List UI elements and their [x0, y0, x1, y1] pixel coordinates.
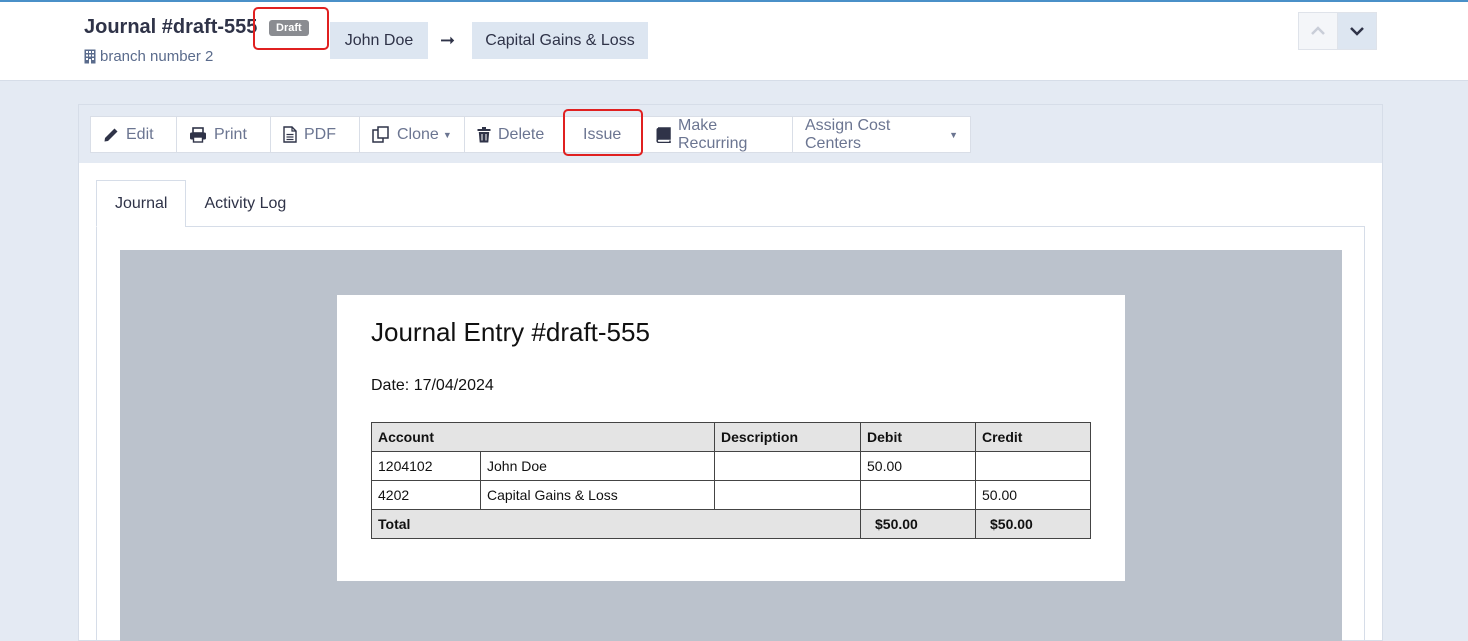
chevron-down-icon: [1350, 27, 1364, 36]
column-description: Description: [714, 422, 861, 452]
print-button[interactable]: Print: [176, 116, 271, 153]
credit-cell: [975, 451, 1091, 481]
chevron-up-icon: [1311, 26, 1325, 35]
total-credit: $50.00: [975, 509, 1091, 539]
column-debit: Debit: [860, 422, 976, 452]
debit-cell: 50.00: [860, 451, 976, 481]
action-toolbar: Edit Print PDF Clone ▼ Delete Issue Make…: [90, 116, 971, 153]
edit-button[interactable]: Edit: [90, 116, 177, 153]
clone-button[interactable]: Clone ▼: [359, 116, 465, 153]
book-icon: [656, 126, 671, 143]
total-label: Total: [371, 509, 861, 539]
column-account: Account: [371, 422, 715, 452]
trash-icon: [477, 126, 491, 142]
status-badge-highlight: [253, 7, 329, 50]
table-row: 4202 Capital Gains & Loss 50.00: [371, 480, 1091, 510]
tab-bar: Journal Activity Log: [96, 180, 304, 227]
account-name: Capital Gains & Loss: [480, 480, 715, 510]
total-row: Total $50.00 $50.00: [371, 509, 1091, 539]
building-icon: [84, 49, 96, 64]
assign-cost-centers-button[interactable]: Assign Cost Centers ▼: [792, 116, 971, 153]
account-code: 1204102: [371, 451, 481, 481]
from-account-pill[interactable]: John Doe: [330, 22, 428, 59]
table-header-row: Account Description Debit Credit: [371, 422, 1091, 452]
description-cell: [714, 451, 861, 481]
document-date: Date: 17/04/2024: [371, 377, 494, 394]
credit-cell: 50.00: [975, 480, 1091, 510]
tab-activity-log[interactable]: Activity Log: [186, 180, 304, 227]
delete-button[interactable]: Delete: [464, 116, 565, 153]
account-name: John Doe: [480, 451, 715, 481]
description-cell: [714, 480, 861, 510]
journal-table: Account Description Debit Credit 1204102…: [371, 422, 1091, 539]
journal-document: Journal Entry #draft-555 Date: 17/04/202…: [337, 295, 1125, 581]
page-title: Journal #draft-555: [84, 16, 258, 38]
page-header: Journal #draft-555 Draft branch number 2…: [0, 2, 1468, 81]
column-credit: Credit: [975, 422, 1091, 452]
account-code: 4202: [371, 480, 481, 510]
previous-record-button[interactable]: [1298, 12, 1338, 50]
to-account-pill[interactable]: Capital Gains & Loss: [472, 22, 648, 59]
copy-icon: [372, 126, 389, 143]
document-title: Journal Entry #draft-555: [371, 317, 650, 347]
caret-down-icon: ▼: [949, 129, 958, 140]
arrow-right-icon: ➞: [440, 30, 456, 50]
debit-cell: [860, 480, 976, 510]
caret-down-icon: ▼: [442, 129, 452, 140]
tab-journal[interactable]: Journal: [96, 180, 187, 227]
document-icon: [283, 126, 297, 143]
table-row: 1204102 John Doe 50.00: [371, 451, 1091, 481]
branch-label: branch number 2: [84, 48, 213, 65]
pencil-icon: [104, 128, 118, 141]
pdf-button[interactable]: PDF: [270, 116, 360, 153]
printer-icon: [190, 126, 206, 143]
issue-button-highlight: [563, 109, 643, 156]
make-recurring-button[interactable]: Make Recurring: [642, 116, 793, 153]
branch-name: branch number 2: [100, 48, 214, 65]
next-record-button[interactable]: [1337, 12, 1377, 50]
total-debit: $50.00: [860, 509, 976, 539]
